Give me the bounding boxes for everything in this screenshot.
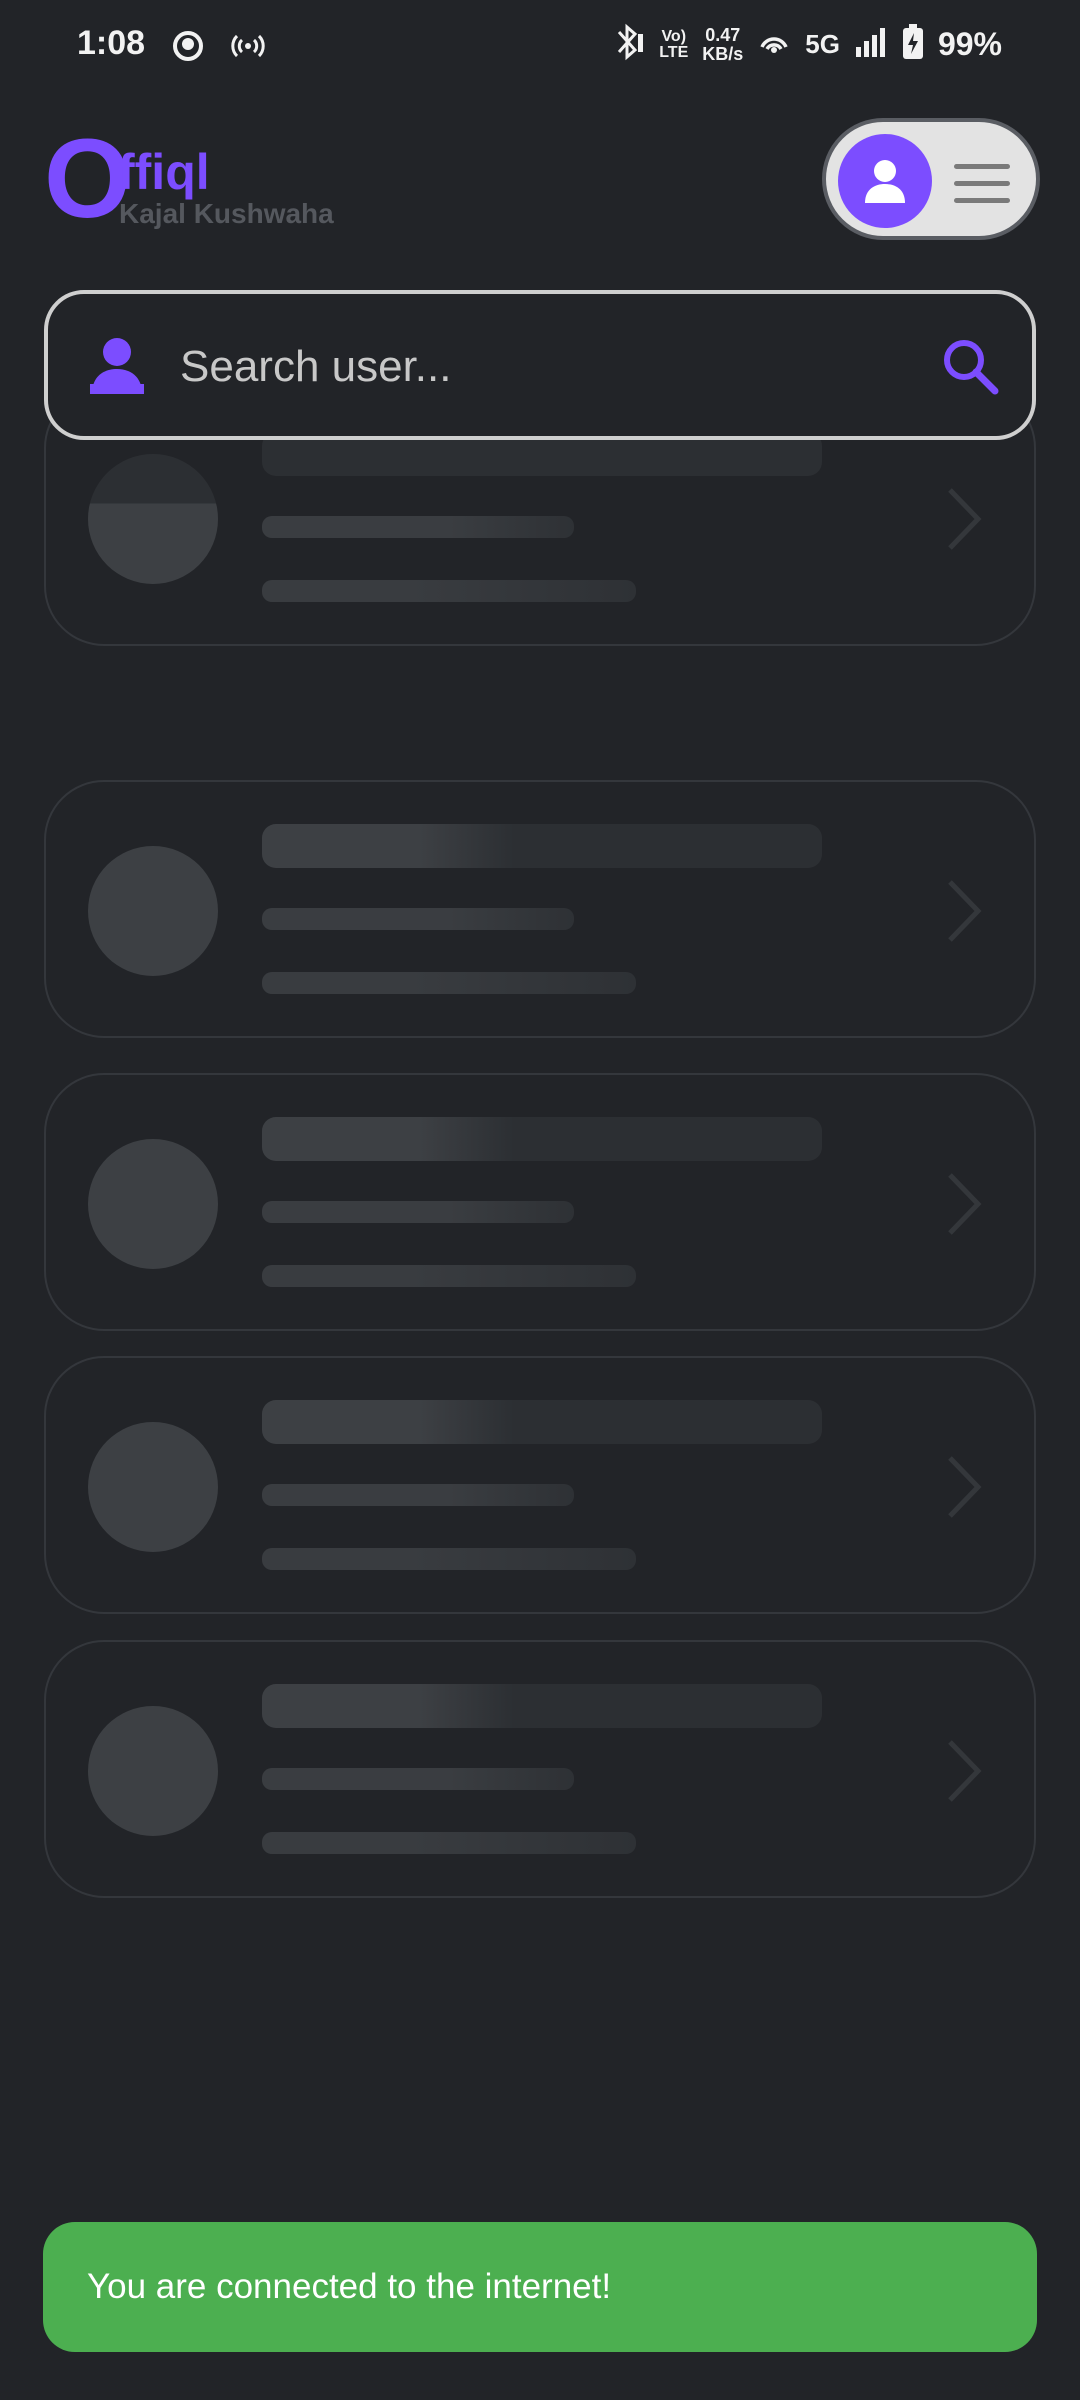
skeleton-line [262,1768,574,1790]
chevron-right-icon [948,1173,982,1235]
network-type: 5G [805,29,840,59]
skeleton-line [262,1832,636,1854]
skeleton-avatar [88,846,218,976]
skeleton-card[interactable] [44,1356,1036,1614]
skeleton-line [262,1484,574,1506]
volte-indicator: Vo) LTE [659,27,689,61]
net-speed: 0.47 KB/s [702,24,744,64]
app-logo: O ffiql Kajal Kushwaha [44,123,364,235]
connection-snackbar: You are connected to the internet! [43,2222,1037,2352]
menu-icon[interactable] [954,164,1010,215]
chevron-right-icon [948,880,982,942]
search-input[interactable] [178,334,902,400]
skeleton-line [262,1265,636,1287]
status-time: 1:08 [77,24,146,62]
skeleton-line [262,972,636,994]
volte-line2: LTE [659,43,689,61]
chevron-right-icon [948,1740,982,1802]
skeleton-card[interactable] [44,1073,1036,1331]
skeleton-avatar [88,1422,218,1552]
skeleton-line [262,516,574,538]
hotspot-icon [228,28,268,69]
skeleton-avatar [88,454,218,584]
search-user-icon [86,332,148,403]
skeleton-title [262,1684,822,1728]
wifi-icon [757,25,791,64]
skeleton-line [262,580,636,602]
signal-icon [854,25,888,64]
battery-percent: 99% [937,26,1002,62]
skeleton-card[interactable] [44,780,1036,1038]
net-speed-unit: KB/s [702,43,744,64]
status-right-icons: Vo) LTE 0.47 KB/s 5G 99% [611,22,1002,67]
bluetooth-icon [611,22,645,67]
avatar[interactable] [838,134,932,228]
skeleton-avatar [88,1139,218,1269]
status-bar: 1:08 Vo) LTE 0.47 KB/s 5G 99% [0,0,1080,96]
current-username: Kajal Kushwaha [119,198,334,229]
snackbar-message: You are connected to the internet! [87,2267,612,2306]
battery-charging-icon [902,24,924,65]
chevron-right-icon [948,1456,982,1518]
user-icon [865,160,905,203]
skeleton-title [262,1400,822,1444]
skeleton-line [262,908,574,930]
skeleton-title [262,1117,822,1161]
skeleton-avatar [88,1706,218,1836]
skeleton-card[interactable] [44,1640,1036,1898]
profile-menu-toggle[interactable] [822,118,1040,240]
volte-line1: Vo) [661,27,687,45]
skeleton-line [262,1548,636,1570]
search-bar [44,290,1036,440]
chevron-right-icon [948,488,982,550]
notification-app-icon [170,28,206,69]
skeleton-title [262,824,822,868]
net-speed-value: 0.47 [705,24,741,45]
status-left-icons [170,28,268,69]
skeleton-line [262,1201,574,1223]
logo-text: ffiql [118,144,210,200]
search-icon[interactable] [938,334,1002,398]
